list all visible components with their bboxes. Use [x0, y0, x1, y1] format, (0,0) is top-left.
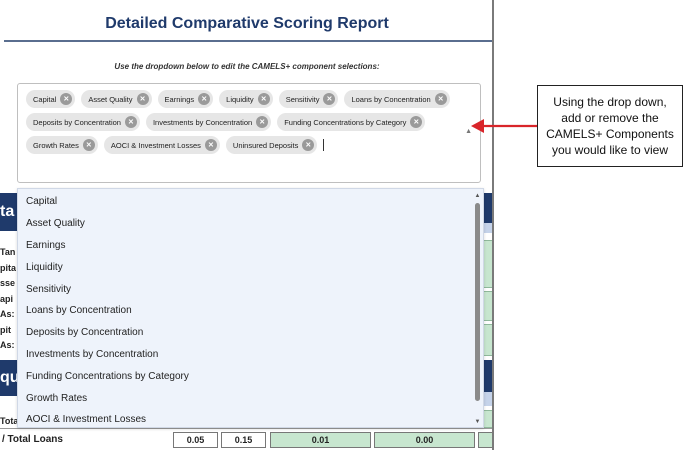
component-dropdown-list[interactable]: Capital Asset Quality Earnings Liquidity… — [17, 188, 484, 428]
section-header-1: ta — [0, 193, 17, 231]
chip-label: Asset Quality — [88, 94, 133, 104]
row-label-total-loans: / Total Loans — [2, 434, 63, 445]
chip-funding-concentrations: Funding Concentrations by Category ✕ — [277, 113, 426, 131]
chip-label: Capital — [33, 94, 57, 104]
chip-label: Funding Concentrations by Category — [284, 117, 407, 127]
dropdown-option-capital[interactable]: Capital — [26, 196, 57, 207]
chip-label: Uninsured Deposits — [232, 140, 299, 150]
chip-uninsured-deposits: Uninsured Deposits ✕ — [225, 136, 318, 154]
chip-loans-by-concentration: Loans by Concentration ✕ — [344, 90, 450, 108]
component-multiselect[interactable]: Capital ✕ Asset Quality ✕ Earnings ✕ Liquid… — [17, 83, 481, 183]
row-label-4: api — [0, 294, 14, 304]
section-header-1-label: ta — [0, 203, 15, 220]
dropdown-option-deposits-by-concentration[interactable]: Deposits by Concentration — [26, 327, 143, 338]
scroll-down-icon[interactable]: ▼ — [474, 419, 481, 425]
close-circle-icon[interactable]: ✕ — [256, 116, 269, 128]
value-cell-1: 0.05 — [173, 432, 218, 448]
chip-investments-by-concentration: Investments by Concentration ✕ — [145, 113, 272, 131]
chip-label: Deposits by Concentration — [33, 117, 121, 127]
row-label-1: Tan — [0, 247, 16, 257]
chip-label: Growth Rates — [33, 140, 79, 150]
chip-label: Investments by Concentration — [152, 117, 253, 127]
row-label-3: sse — [0, 278, 16, 288]
chip-label: Earnings — [164, 94, 195, 104]
chip-earnings: Earnings ✕ — [157, 90, 214, 108]
text-caret[interactable] — [323, 139, 325, 151]
dropdown-option-asset-quality[interactable]: Asset Quality — [26, 218, 85, 229]
title-divider — [4, 40, 492, 42]
close-circle-icon[interactable]: ✕ — [60, 93, 73, 105]
close-circle-icon[interactable]: ✕ — [257, 93, 270, 105]
value-cell-4: 0.00 — [374, 432, 475, 448]
row-label-2: pita — [0, 263, 17, 273]
row-label-6: pit — [0, 325, 11, 335]
close-circle-icon[interactable]: ✕ — [323, 93, 336, 105]
dropdown-option-earnings[interactable]: Earnings — [26, 240, 65, 251]
table-row-total-loans: / Total Loans 0.05 0.15 0.01 0.00 — [0, 428, 492, 450]
dropdown-option-growth-rates[interactable]: Growth Rates — [26, 393, 87, 404]
close-circle-icon[interactable]: ✕ — [302, 139, 315, 151]
screenshot-stage: Detailed Comparative Scoring Report Use … — [0, 0, 688, 450]
chip-sensitivity: Sensitivity ✕ — [278, 90, 339, 108]
chip-label: Liquidity — [226, 94, 254, 104]
dropdown-option-investments-by-concentration[interactable]: Investments by Concentration — [26, 349, 158, 360]
chip-aoci-investment-losses: AOCI & Investment Losses ✕ — [103, 136, 220, 154]
selected-chips: Capital ✕ Asset Quality ✕ Earnings ✕ Liquid… — [26, 90, 456, 154]
row-label-8: Tota — [0, 416, 19, 426]
close-circle-icon[interactable]: ✕ — [198, 93, 211, 105]
left-arrow-icon — [471, 119, 538, 133]
chip-label: Loans by Concentration — [351, 94, 431, 104]
dropdown-option-liquidity[interactable]: Liquidity — [26, 262, 63, 273]
chip-growth-rates: Growth Rates ✕ — [26, 136, 98, 154]
report-title: Detailed Comparative Scoring Report — [105, 15, 389, 32]
instructions-text: Use the dropdown below to edit the CAMEL… — [114, 62, 380, 71]
chip-liquidity: Liquidity ✕ — [219, 90, 273, 108]
value-cell-3: 0.01 — [270, 432, 371, 448]
scrollbar-thumb[interactable] — [475, 203, 480, 401]
close-circle-icon[interactable]: ✕ — [204, 139, 217, 151]
dropdown-option-aoci-investment-losses[interactable]: AOCI & Investment Losses — [26, 414, 146, 425]
row-label-5: As: — [0, 309, 15, 319]
value-cell-5 — [478, 432, 492, 448]
chip-label: Sensitivity — [285, 94, 320, 104]
dropdown-option-funding-concentrations[interactable]: Funding Concentrations by Category — [26, 371, 189, 382]
close-circle-icon[interactable]: ✕ — [136, 93, 149, 105]
scroll-up-icon[interactable]: ▲ — [474, 193, 481, 199]
section-header-2: qu — [0, 360, 20, 396]
close-circle-icon[interactable]: ✕ — [82, 139, 95, 151]
callout-box: Using the drop down, add or remove the C… — [537, 85, 683, 167]
close-circle-icon[interactable]: ✕ — [124, 116, 137, 128]
close-circle-icon[interactable]: ✕ — [434, 93, 447, 105]
chip-label: AOCI & Investment Losses — [110, 140, 201, 150]
dropdown-scrollbar[interactable]: ▲ ▼ — [474, 193, 481, 425]
dropdown-option-loans-by-concentration[interactable]: Loans by Concentration — [26, 305, 132, 316]
close-circle-icon[interactable]: ✕ — [410, 116, 423, 128]
chip-asset-quality: Asset Quality ✕ — [81, 90, 152, 108]
row-label-7: As: — [0, 340, 15, 350]
value-cell-2: 0.15 — [221, 432, 266, 448]
chip-deposits-by-concentration: Deposits by Concentration ✕ — [26, 113, 140, 131]
chip-capital: Capital ✕ — [26, 90, 76, 108]
callout-text: Using the drop down, add or remove the C… — [546, 95, 674, 157]
dropdown-option-sensitivity[interactable]: Sensitivity — [26, 284, 71, 295]
